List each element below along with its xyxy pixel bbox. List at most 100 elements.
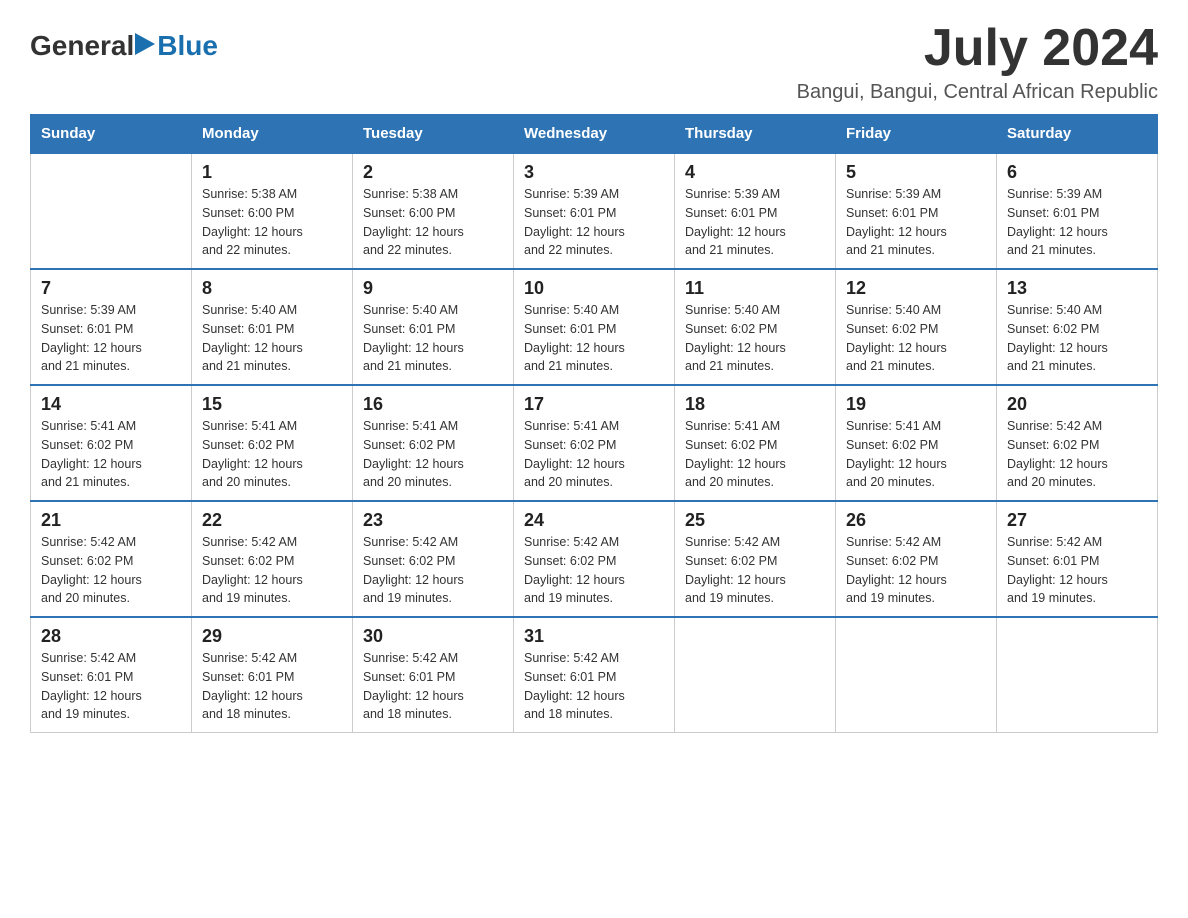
day-number: 24 — [524, 510, 664, 531]
calendar-table: Sunday Monday Tuesday Wednesday Thursday… — [30, 114, 1158, 733]
table-row: 17Sunrise: 5:41 AM Sunset: 6:02 PM Dayli… — [514, 385, 675, 501]
day-number: 2 — [363, 162, 503, 183]
title-area: July 2024 Bangui, Bangui, Central Africa… — [797, 20, 1158, 104]
table-row: 3Sunrise: 5:39 AM Sunset: 6:01 PM Daylig… — [514, 153, 675, 269]
day-number: 22 — [202, 510, 342, 531]
table-row: 10Sunrise: 5:40 AM Sunset: 6:01 PM Dayli… — [514, 269, 675, 385]
month-title: July 2024 — [797, 20, 1158, 77]
calendar-week-row: 14Sunrise: 5:41 AM Sunset: 6:02 PM Dayli… — [31, 385, 1158, 501]
day-number: 1 — [202, 162, 342, 183]
table-row: 21Sunrise: 5:42 AM Sunset: 6:02 PM Dayli… — [31, 501, 192, 617]
day-info: Sunrise: 5:38 AM Sunset: 6:00 PM Dayligh… — [363, 185, 503, 260]
day-number: 10 — [524, 278, 664, 299]
day-info: Sunrise: 5:42 AM Sunset: 6:01 PM Dayligh… — [524, 649, 664, 724]
day-info: Sunrise: 5:41 AM Sunset: 6:02 PM Dayligh… — [846, 417, 986, 492]
table-row: 6Sunrise: 5:39 AM Sunset: 6:01 PM Daylig… — [997, 153, 1158, 269]
day-number: 7 — [41, 278, 181, 299]
header-tuesday: Tuesday — [353, 115, 514, 154]
day-info: Sunrise: 5:42 AM Sunset: 6:02 PM Dayligh… — [1007, 417, 1147, 492]
location-title: Bangui, Bangui, Central African Republic — [797, 81, 1158, 104]
logo-blue-text: Blue — [157, 30, 218, 62]
header-monday: Monday — [192, 115, 353, 154]
day-info: Sunrise: 5:42 AM Sunset: 6:01 PM Dayligh… — [363, 649, 503, 724]
day-info: Sunrise: 5:41 AM Sunset: 6:02 PM Dayligh… — [363, 417, 503, 492]
header-sunday: Sunday — [31, 115, 192, 154]
day-info: Sunrise: 5:40 AM Sunset: 6:01 PM Dayligh… — [202, 301, 342, 376]
day-number: 21 — [41, 510, 181, 531]
table-row: 13Sunrise: 5:40 AM Sunset: 6:02 PM Dayli… — [997, 269, 1158, 385]
day-info: Sunrise: 5:41 AM Sunset: 6:02 PM Dayligh… — [202, 417, 342, 492]
day-info: Sunrise: 5:39 AM Sunset: 6:01 PM Dayligh… — [1007, 185, 1147, 260]
table-row: 15Sunrise: 5:41 AM Sunset: 6:02 PM Dayli… — [192, 385, 353, 501]
table-row: 8Sunrise: 5:40 AM Sunset: 6:01 PM Daylig… — [192, 269, 353, 385]
day-number: 27 — [1007, 510, 1147, 531]
day-number: 31 — [524, 626, 664, 647]
day-info: Sunrise: 5:42 AM Sunset: 6:01 PM Dayligh… — [1007, 533, 1147, 608]
day-number: 16 — [363, 394, 503, 415]
table-row: 19Sunrise: 5:41 AM Sunset: 6:02 PM Dayli… — [836, 385, 997, 501]
header-friday: Friday — [836, 115, 997, 154]
day-info: Sunrise: 5:42 AM Sunset: 6:02 PM Dayligh… — [524, 533, 664, 608]
day-info: Sunrise: 5:40 AM Sunset: 6:02 PM Dayligh… — [685, 301, 825, 376]
day-info: Sunrise: 5:42 AM Sunset: 6:01 PM Dayligh… — [202, 649, 342, 724]
table-row: 29Sunrise: 5:42 AM Sunset: 6:01 PM Dayli… — [192, 617, 353, 733]
day-info: Sunrise: 5:42 AM Sunset: 6:02 PM Dayligh… — [202, 533, 342, 608]
table-row: 16Sunrise: 5:41 AM Sunset: 6:02 PM Dayli… — [353, 385, 514, 501]
table-row: 25Sunrise: 5:42 AM Sunset: 6:02 PM Dayli… — [675, 501, 836, 617]
table-row: 27Sunrise: 5:42 AM Sunset: 6:01 PM Dayli… — [997, 501, 1158, 617]
day-info: Sunrise: 5:42 AM Sunset: 6:02 PM Dayligh… — [363, 533, 503, 608]
calendar-week-row: 7Sunrise: 5:39 AM Sunset: 6:01 PM Daylig… — [31, 269, 1158, 385]
table-row: 9Sunrise: 5:40 AM Sunset: 6:01 PM Daylig… — [353, 269, 514, 385]
day-number: 5 — [846, 162, 986, 183]
logo-triangle-icon — [135, 33, 155, 55]
day-info: Sunrise: 5:39 AM Sunset: 6:01 PM Dayligh… — [685, 185, 825, 260]
table-row: 11Sunrise: 5:40 AM Sunset: 6:02 PM Dayli… — [675, 269, 836, 385]
day-info: Sunrise: 5:42 AM Sunset: 6:01 PM Dayligh… — [41, 649, 181, 724]
day-number: 30 — [363, 626, 503, 647]
day-number: 23 — [363, 510, 503, 531]
table-row: 22Sunrise: 5:42 AM Sunset: 6:02 PM Dayli… — [192, 501, 353, 617]
day-number: 19 — [846, 394, 986, 415]
day-info: Sunrise: 5:41 AM Sunset: 6:02 PM Dayligh… — [41, 417, 181, 492]
table-row: 1Sunrise: 5:38 AM Sunset: 6:00 PM Daylig… — [192, 153, 353, 269]
day-number: 26 — [846, 510, 986, 531]
day-info: Sunrise: 5:42 AM Sunset: 6:02 PM Dayligh… — [685, 533, 825, 608]
table-row — [675, 617, 836, 733]
table-row: 14Sunrise: 5:41 AM Sunset: 6:02 PM Dayli… — [31, 385, 192, 501]
day-number: 29 — [202, 626, 342, 647]
header-wednesday: Wednesday — [514, 115, 675, 154]
table-row: 23Sunrise: 5:42 AM Sunset: 6:02 PM Dayli… — [353, 501, 514, 617]
table-row: 12Sunrise: 5:40 AM Sunset: 6:02 PM Dayli… — [836, 269, 997, 385]
calendar-week-row: 21Sunrise: 5:42 AM Sunset: 6:02 PM Dayli… — [31, 501, 1158, 617]
day-number: 13 — [1007, 278, 1147, 299]
day-number: 14 — [41, 394, 181, 415]
table-row: 5Sunrise: 5:39 AM Sunset: 6:01 PM Daylig… — [836, 153, 997, 269]
table-row — [31, 153, 192, 269]
table-row: 2Sunrise: 5:38 AM Sunset: 6:00 PM Daylig… — [353, 153, 514, 269]
calendar-week-row: 1 Sunrise: 5:38 AM Sunset: 6:00 PM Daylig… — [31, 153, 1158, 269]
day-info: Sunrise: 5:39 AM Sunset: 6:01 PM Dayligh… — [846, 185, 986, 260]
day-info: Sunrise: 5:40 AM Sunset: 6:02 PM Dayligh… — [1007, 301, 1147, 376]
table-row: 4Sunrise: 5:39 AM Sunset: 6:01 PM Daylig… — [675, 153, 836, 269]
table-row: 24Sunrise: 5:42 AM Sunset: 6:02 PM Dayli… — [514, 501, 675, 617]
table-row — [997, 617, 1158, 733]
day-info: Sunrise: 5:40 AM Sunset: 6:01 PM Dayligh… — [524, 301, 664, 376]
day-info: Sunrise: 5:41 AM Sunset: 6:02 PM Dayligh… — [685, 417, 825, 492]
day-number: 18 — [685, 394, 825, 415]
logo-general-text: General — [30, 30, 134, 62]
day-number: 17 — [524, 394, 664, 415]
day-number: 15 — [202, 394, 342, 415]
day-info: Sunrise: 5:42 AM Sunset: 6:02 PM Dayligh… — [41, 533, 181, 608]
calendar-week-row: 28Sunrise: 5:42 AM Sunset: 6:01 PM Dayli… — [31, 617, 1158, 733]
day-number: 4 — [685, 162, 825, 183]
table-row: 28Sunrise: 5:42 AM Sunset: 6:01 PM Dayli… — [31, 617, 192, 733]
table-row: 26Sunrise: 5:42 AM Sunset: 6:02 PM Dayli… — [836, 501, 997, 617]
day-info: Sunrise: 5:40 AM Sunset: 6:02 PM Dayligh… — [846, 301, 986, 376]
table-row — [836, 617, 997, 733]
day-info: Sunrise: 5:42 AM Sunset: 6:02 PM Dayligh… — [846, 533, 986, 608]
calendar-header-row: Sunday Monday Tuesday Wednesday Thursday… — [31, 115, 1158, 154]
table-row: 20Sunrise: 5:42 AM Sunset: 6:02 PM Dayli… — [997, 385, 1158, 501]
page-header: General Blue July 2024 Bangui, Bangui, C… — [30, 20, 1158, 104]
logo: General Blue — [30, 30, 218, 62]
table-row: 18Sunrise: 5:41 AM Sunset: 6:02 PM Dayli… — [675, 385, 836, 501]
